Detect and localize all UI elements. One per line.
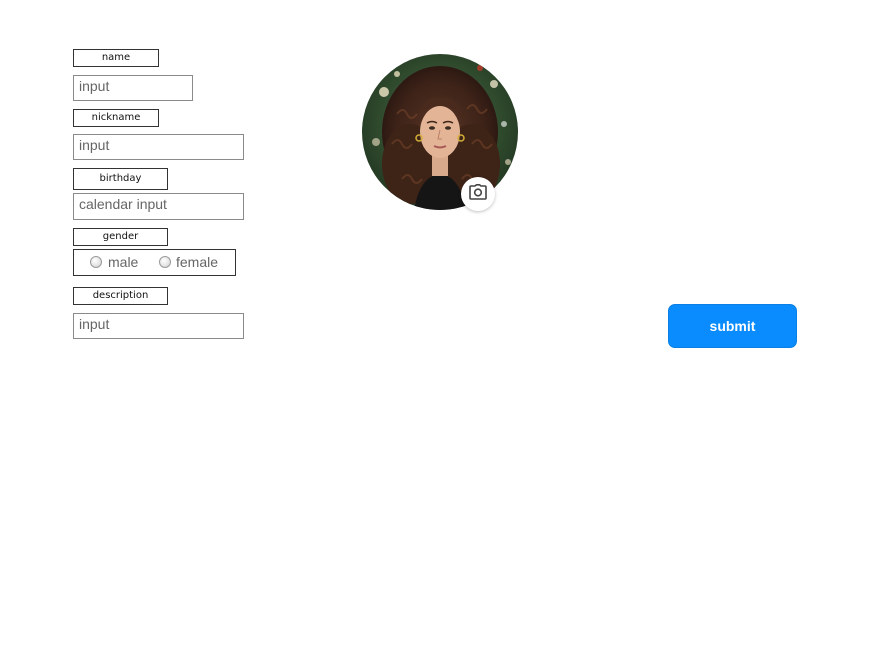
gender-option-male[interactable]: male bbox=[74, 250, 154, 275]
change-avatar-button[interactable] bbox=[461, 177, 495, 211]
male-radio[interactable] bbox=[90, 256, 102, 268]
description-input[interactable]: input bbox=[73, 313, 244, 339]
submit-button[interactable]: submit bbox=[668, 304, 797, 348]
female-radio[interactable] bbox=[159, 256, 171, 268]
female-radio-label: female bbox=[176, 254, 219, 270]
camera-icon bbox=[469, 183, 487, 205]
nickname-label: nickname bbox=[73, 109, 159, 127]
birthday-calendar-input[interactable]: calendar input bbox=[73, 193, 244, 220]
gender-label: gender bbox=[73, 228, 168, 246]
name-label: name bbox=[73, 49, 159, 67]
gender-radio-group: male female bbox=[73, 249, 236, 276]
description-label: description bbox=[73, 287, 168, 305]
gender-option-female[interactable]: female bbox=[154, 250, 236, 275]
profile-avatar bbox=[362, 54, 518, 210]
male-radio-label: male bbox=[108, 254, 139, 270]
birthday-label: birthday bbox=[73, 168, 168, 190]
nickname-input[interactable]: input bbox=[73, 134, 244, 160]
avatar-photo bbox=[362, 54, 518, 210]
name-input[interactable]: input bbox=[73, 75, 193, 101]
